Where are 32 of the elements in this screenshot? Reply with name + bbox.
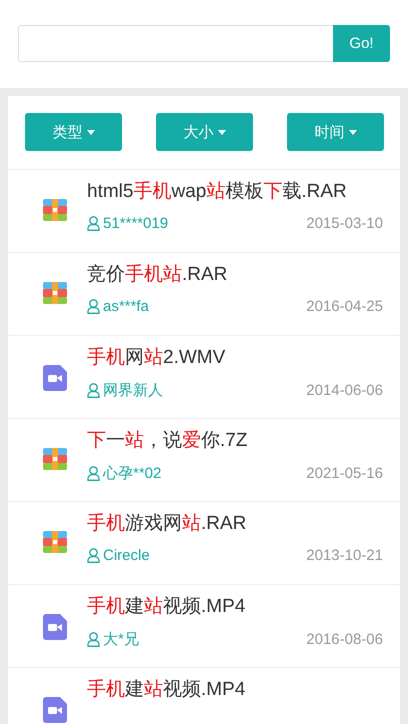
uploader-name: as***fa <box>103 298 149 315</box>
uploader-name: 网界新人 <box>103 381 163 400</box>
file-title[interactable]: 竞价手机站.RAR <box>87 264 383 286</box>
archive-icon <box>43 282 67 304</box>
uploader-name: 大*兄 <box>103 630 139 649</box>
upload-date: 2014-06-06 <box>306 382 383 399</box>
archive-icon <box>43 199 67 221</box>
upload-date: 2015-03-10 <box>306 215 383 232</box>
file-title[interactable]: 手机建站视频.MP4 <box>87 679 383 701</box>
file-title[interactable]: 手机网站2.WMV <box>87 347 383 369</box>
archive-icon <box>43 448 67 470</box>
file-title[interactable]: 手机建站视频.MP4 <box>87 596 383 618</box>
video-icon <box>43 614 67 640</box>
upload-date: 2013-10-21 <box>306 547 383 564</box>
video-icon <box>43 365 67 391</box>
uploader-name: 51****019 <box>103 215 168 232</box>
user-icon <box>87 216 100 231</box>
user-icon <box>87 632 100 647</box>
upload-date: 2016-08-06 <box>306 631 383 648</box>
file-title[interactable]: html5手机wap站模板下载.RAR <box>87 181 383 203</box>
archive-icon <box>43 531 67 553</box>
search-field[interactable] <box>18 25 333 62</box>
user-icon <box>87 548 100 563</box>
uploader-name: Cirecle <box>103 547 150 564</box>
uploader-name: 心孕**02 <box>103 464 162 483</box>
upload-date: 2021-05-16 <box>306 465 383 482</box>
file-title[interactable]: 手机游戏网站.RAR <box>87 513 383 535</box>
user-icon <box>87 299 100 314</box>
user-icon <box>87 383 100 398</box>
upload-date: 2016-04-25 <box>306 298 383 315</box>
file-title[interactable]: 下一站，说爱你.7Z <box>87 430 383 452</box>
user-icon <box>87 466 100 481</box>
